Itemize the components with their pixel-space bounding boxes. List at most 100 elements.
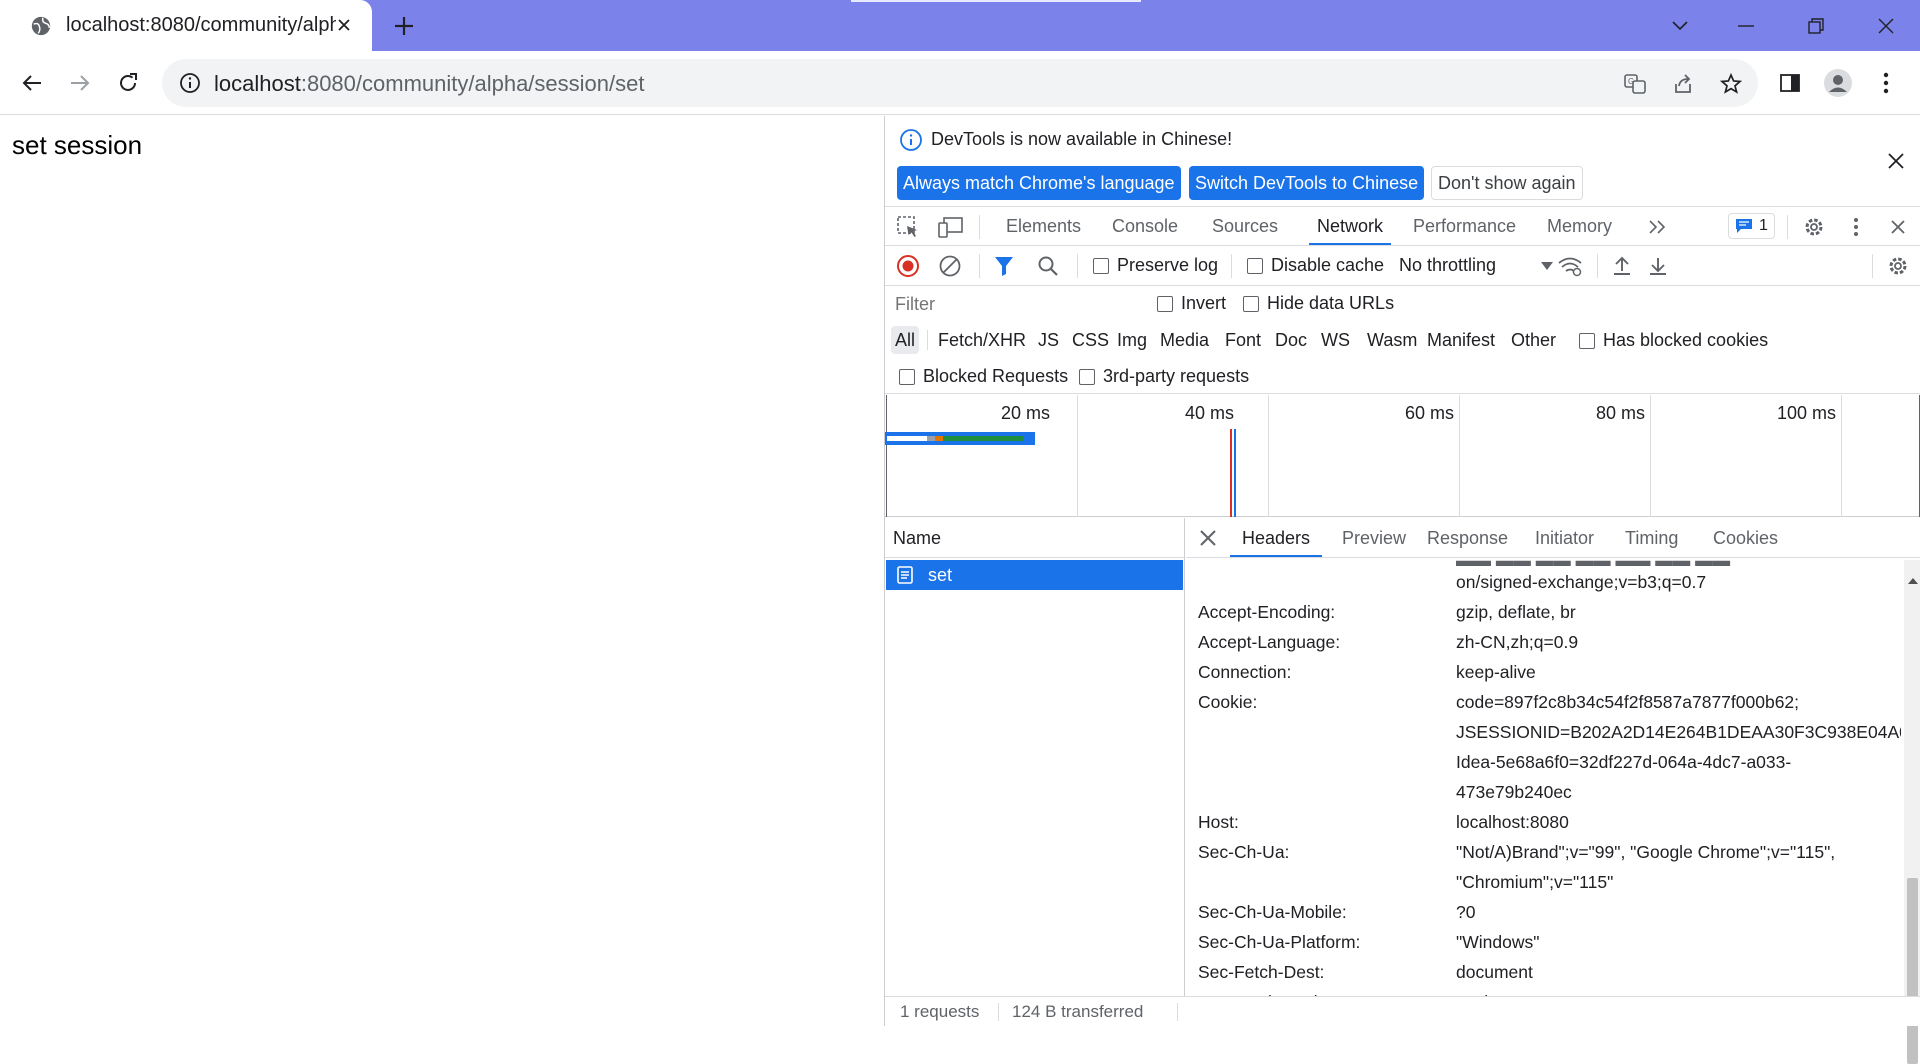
hide-data-urls-checkbox[interactable]: Hide data URLs (1243, 293, 1394, 314)
invert-checkbox[interactable]: Invert (1157, 293, 1226, 314)
tab-sources[interactable]: Sources (1212, 207, 1278, 245)
browser-tab[interactable]: localhost:8080/community/alpha/session/s… (0, 0, 372, 51)
disable-cache-checkbox[interactable]: Disable cache (1247, 255, 1384, 276)
name-column-header[interactable]: Name (885, 518, 1184, 558)
infobar-close-icon[interactable] (1885, 150, 1907, 172)
blocked-requests-checkbox[interactable]: Blocked Requests (899, 366, 1068, 387)
request-headers-list: ▬▬ ▬▬ ▬▬ ▬▬ ▬▬ ▬▬ ▬▬ on/signed-exchange;… (1186, 558, 1901, 996)
side-panel-icon[interactable] (1774, 67, 1806, 99)
reload-icon[interactable] (112, 67, 144, 99)
switch-chinese-button[interactable]: Switch DevTools to Chinese (1189, 166, 1425, 200)
scroll-up-arrow-icon[interactable] (1908, 578, 1918, 584)
filter-funnel-icon[interactable] (991, 253, 1017, 279)
request-row[interactable]: set (886, 560, 1183, 590)
tab-timing[interactable]: Timing (1625, 518, 1678, 557)
tab-elements[interactable]: Elements (1006, 207, 1081, 245)
type-all[interactable]: All (891, 326, 920, 354)
resource-type-filters: All Fetch/XHR JS CSS Img Media Font Doc … (885, 322, 1920, 358)
filter-row: Invert Hide data URLs (885, 286, 1920, 322)
match-language-button[interactable]: Always match Chrome's language (897, 166, 1181, 200)
translate-icon[interactable]: G (1622, 71, 1648, 97)
type-manifest[interactable]: Manifest (1423, 326, 1499, 354)
bookmark-star-icon[interactable] (1718, 71, 1744, 97)
tick-label: 40 ms (1185, 403, 1235, 423)
site-info-icon[interactable] (178, 71, 202, 95)
close-devtools-icon[interactable] (1885, 214, 1911, 240)
type-fetch-xhr[interactable]: Fetch/XHR (934, 326, 1030, 354)
type-other[interactable]: Other (1507, 326, 1560, 354)
type-js[interactable]: JS (1034, 326, 1063, 354)
type-font[interactable]: Font (1221, 326, 1265, 354)
network-overview-timeline[interactable]: 20 ms 40 ms 60 ms 80 ms 100 ms (885, 395, 1920, 517)
tab-strip: localhost:8080/community/alpha/session/s… (0, 0, 1920, 51)
header-name: Connection: (1198, 662, 1292, 682)
header-value: "Not/A)Brand";v="99", "Google Chrome";v=… (1456, 842, 1836, 862)
details-scrollbar[interactable] (1904, 560, 1920, 1064)
type-wasm[interactable]: Wasm (1363, 326, 1421, 354)
export-har-download-icon[interactable] (1645, 253, 1671, 279)
type-media[interactable]: Media (1156, 326, 1213, 354)
clear-icon[interactable] (937, 253, 963, 279)
share-icon[interactable] (1670, 71, 1696, 97)
tab-search-chevron-icon[interactable] (1662, 8, 1698, 44)
tab-performance[interactable]: Performance (1413, 207, 1516, 245)
header-value: on/signed-exchange;v=b3;q=0.7 (1456, 572, 1707, 592)
type-doc[interactable]: Doc (1271, 326, 1311, 354)
request-bar-connect (935, 436, 943, 441)
close-details-icon[interactable] (1196, 526, 1220, 550)
filter-input[interactable] (891, 290, 1137, 318)
inspect-element-icon[interactable] (895, 214, 921, 240)
header-value: "Windows" (1456, 932, 1540, 952)
tab-headers[interactable]: Headers (1230, 518, 1323, 557)
tab-preview[interactable]: Preview (1342, 518, 1406, 557)
tab-memory[interactable]: Memory (1547, 207, 1612, 245)
address-bar[interactable]: localhost:8080/community/alpha/session/s… (162, 59, 1758, 107)
search-icon[interactable] (1035, 253, 1061, 279)
has-blocked-cookies-checkbox[interactable]: Has blocked cookies (1579, 330, 1768, 351)
tab-network[interactable]: Network (1309, 207, 1392, 245)
chrome-menu-icon[interactable] (1870, 67, 1902, 99)
tab-response[interactable]: Response (1427, 518, 1508, 557)
tab-close-icon[interactable] (332, 13, 356, 37)
header-value: 473e79b240ec (1456, 782, 1572, 802)
record-stop-icon[interactable] (895, 253, 921, 279)
tab-initiator[interactable]: Initiator (1535, 518, 1594, 557)
svg-text:G: G (1628, 77, 1634, 86)
devtools-menu-icon[interactable] (1843, 214, 1869, 240)
preserve-log-checkbox[interactable]: Preserve log (1093, 255, 1218, 276)
dont-show-again-button[interactable]: Don't show again (1431, 166, 1583, 200)
close-window-icon[interactable] (1868, 8, 1904, 44)
browser-toolbar: localhost:8080/community/alpha/session/s… (0, 51, 1920, 115)
back-arrow-icon[interactable] (16, 67, 48, 99)
third-party-requests-checkbox[interactable]: 3rd-party requests (1079, 366, 1249, 387)
info-circle-icon (900, 129, 922, 151)
language-infobar: DevTools is now available in Chinese! Al… (885, 116, 1920, 206)
message-icon (1736, 219, 1752, 233)
scrollbar-thumb[interactable] (1907, 878, 1918, 1064)
request-details: Headers Preview Response Initiator Timin… (1186, 518, 1920, 996)
request-bar-waiting (943, 436, 1023, 441)
profile-avatar-icon[interactable] (1822, 67, 1854, 99)
tick-label: 100 ms (1777, 403, 1837, 423)
network-settings-gear-icon[interactable] (1885, 253, 1911, 279)
type-ws[interactable]: WS (1317, 326, 1354, 354)
more-tabs-chevron-icon[interactable] (1645, 214, 1671, 240)
throttling-select[interactable]: No throttling (1399, 255, 1554, 276)
restore-icon[interactable] (1798, 8, 1834, 44)
device-toolbar-icon[interactable] (937, 214, 963, 240)
settings-gear-icon[interactable] (1801, 214, 1827, 240)
import-har-upload-icon[interactable] (1609, 253, 1635, 279)
tab-console[interactable]: Console (1112, 207, 1178, 245)
minimize-icon[interactable] (1728, 8, 1764, 44)
new-tab-plus-icon[interactable] (390, 12, 418, 40)
domcontentloaded-line (1234, 429, 1236, 517)
network-conditions-wifi-icon[interactable] (1557, 253, 1583, 279)
type-img[interactable]: Img (1113, 326, 1151, 354)
forward-arrow-icon[interactable] (64, 67, 96, 99)
blocked-requests-row: Blocked Requests 3rd-party requests (885, 358, 1920, 394)
url-text[interactable]: localhost:8080/community/alpha/session/s… (214, 71, 644, 97)
type-css[interactable]: CSS (1068, 326, 1113, 354)
tab-cookies[interactable]: Cookies (1713, 518, 1778, 557)
issues-badge[interactable]: 1 (1728, 213, 1775, 239)
tick-label: 20 ms (1001, 403, 1051, 423)
